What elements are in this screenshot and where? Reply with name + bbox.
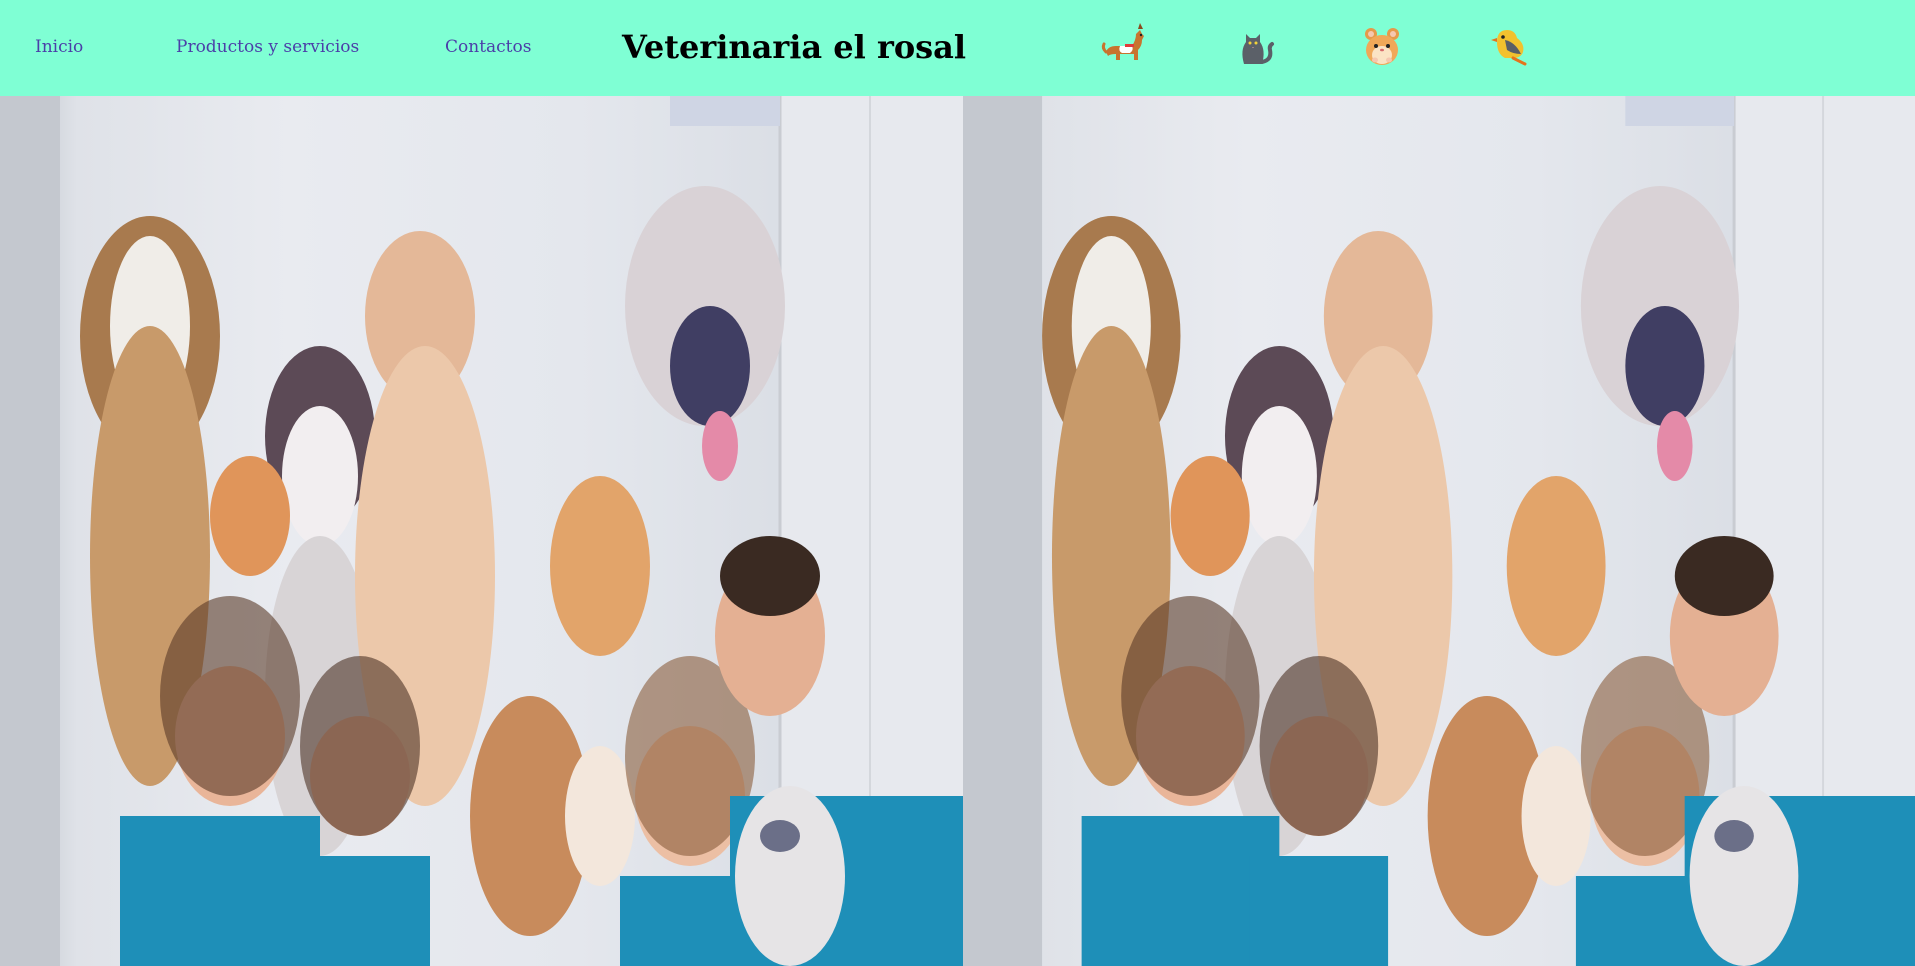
hero-section <box>0 96 1915 966</box>
nav-link-contactos[interactable]: Contactos <box>445 36 531 58</box>
hamster-icon[interactable] <box>1357 20 1407 70</box>
veterinary-team-photo-duplicate <box>963 96 1915 966</box>
veterinary-team-photo <box>0 96 963 966</box>
top-navbar: Inicio Productos y servicios Contactos V… <box>0 0 1915 96</box>
site-title: Veterinaria el rosal <box>622 28 967 66</box>
bird-icon[interactable] <box>1485 20 1535 70</box>
nav-link-inicio[interactable]: Inicio <box>35 36 83 58</box>
dog-icon[interactable] <box>1100 20 1150 70</box>
cat-icon[interactable] <box>1228 20 1278 70</box>
nav-link-productos-servicios[interactable]: Productos y servicios <box>176 36 359 58</box>
